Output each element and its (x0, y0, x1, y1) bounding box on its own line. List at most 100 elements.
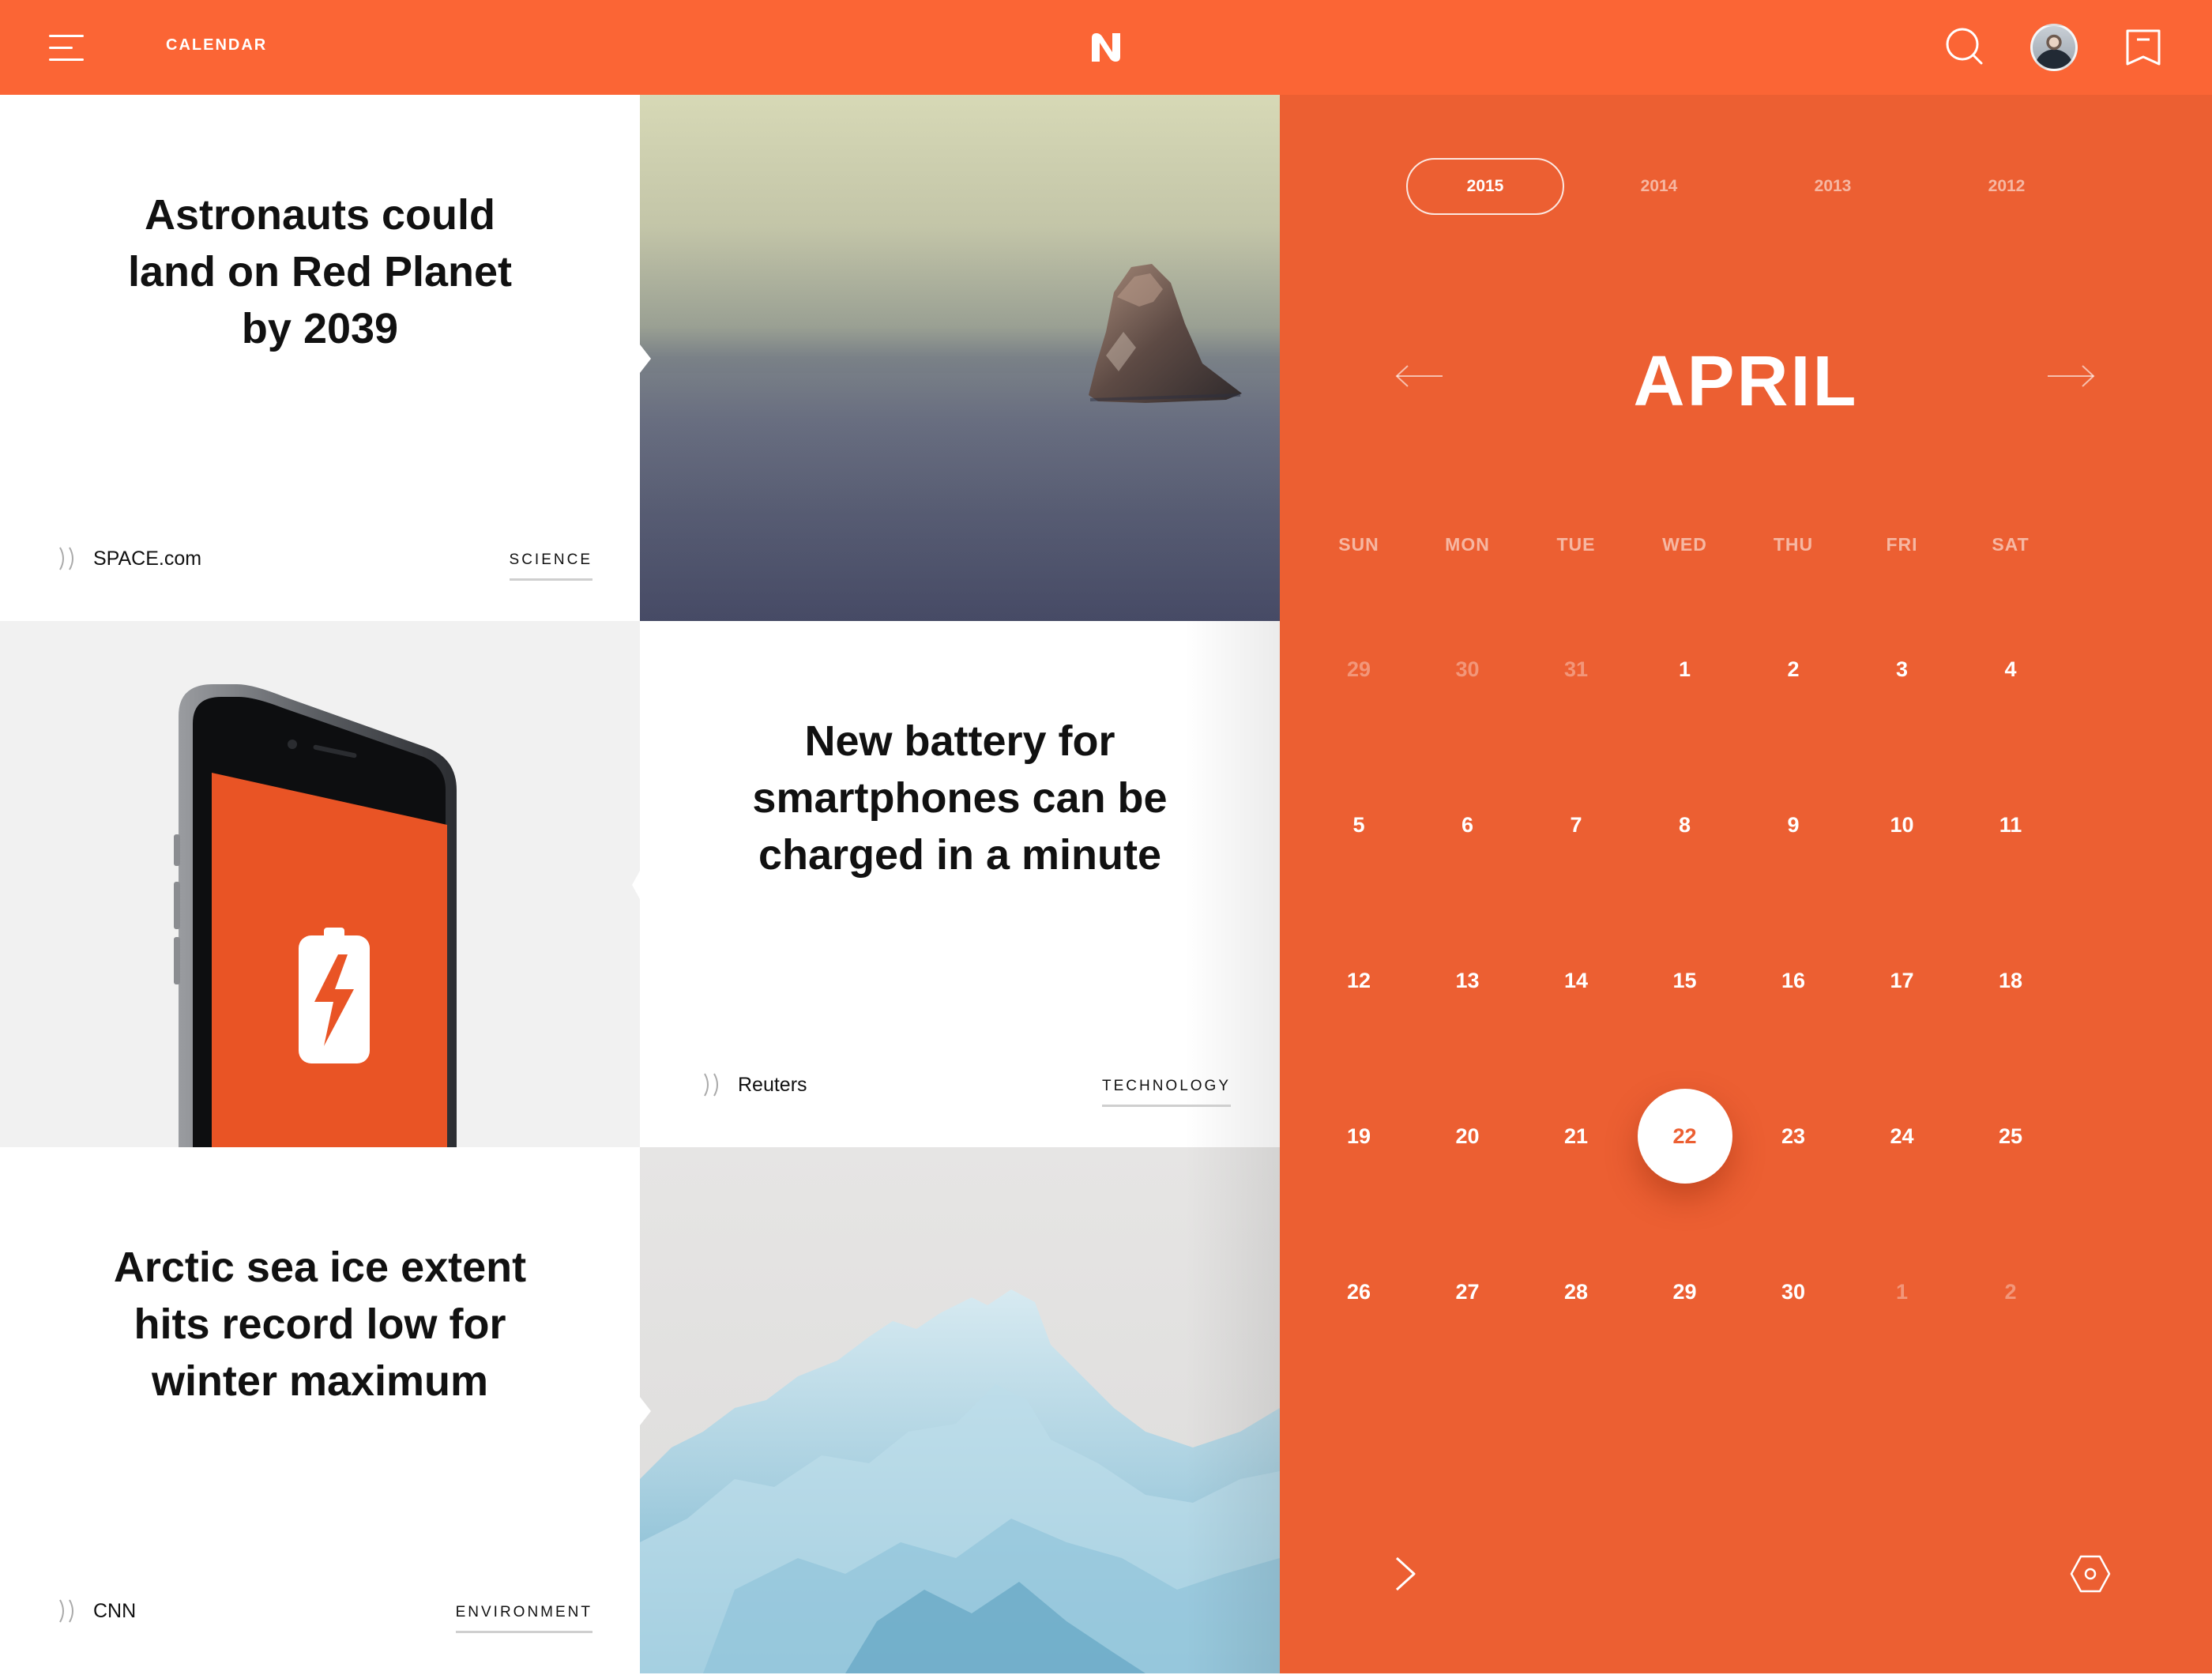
day-number: 21 (1563, 1124, 1589, 1148)
source-icon (59, 1599, 73, 1623)
arctic-ice-photo[interactable] (640, 1147, 1280, 1673)
user-avatar[interactable] (2030, 24, 2078, 71)
smartphone-battery-photo[interactable] (0, 621, 640, 1147)
chevron-right-icon[interactable] (1392, 1555, 1419, 1593)
day-cell[interactable]: 5 (1311, 777, 1406, 872)
day-cell[interactable]: 3 (1855, 622, 1950, 717)
day-cell[interactable]: 17 (1855, 933, 1950, 1028)
settings-hexagon-icon[interactable] (2070, 1553, 2111, 1594)
day-number: 19 (1346, 1124, 1371, 1148)
day-cell[interactable]: 14 (1529, 933, 1623, 1028)
article-headline[interactable]: New battery for smartphones can be charg… (727, 713, 1193, 883)
day-cell[interactable]: 15 (1638, 933, 1732, 1028)
day-cell[interactable]: 21 (1529, 1089, 1623, 1184)
logo-icon[interactable] (1089, 30, 1123, 65)
article-card-cnn[interactable]: Arctic sea ice extent hits record low fo… (0, 1147, 640, 1673)
article-source[interactable]: SPACE.com (55, 545, 201, 572)
day-number: 1 (1895, 1280, 1909, 1304)
menu-icon[interactable] (49, 35, 84, 62)
day-cell[interactable]: 18 (1963, 933, 2058, 1028)
day-number: 30 (1455, 657, 1480, 681)
article-source[interactable]: Reuters (700, 1071, 807, 1098)
day-number: 1 (1678, 657, 1691, 681)
tile-shadow (1185, 621, 1280, 1147)
article-card-reuters[interactable]: New battery for smartphones can be charg… (640, 621, 1280, 1147)
tile-shadow (1185, 1147, 1280, 1673)
day-number: 29 (1346, 657, 1371, 681)
top-bar: CALENDAR (0, 0, 2212, 95)
day-number: 22 (1672, 1124, 1697, 1148)
news-calendar-app: CALENDAR Astronauts could land on Red Pl… (0, 0, 2212, 1675)
day-cell[interactable]: 6 (1420, 777, 1515, 872)
sea-rock-photo[interactable] (640, 95, 1280, 621)
category-link[interactable]: TECHNOLOGY (1101, 1078, 1231, 1107)
day-number: 12 (1346, 969, 1371, 992)
search-icon[interactable] (1945, 27, 1984, 66)
day-cell[interactable]: 12 (1311, 933, 1406, 1028)
day-number: 4 (2004, 657, 2017, 681)
day-cell[interactable]: 24 (1855, 1089, 1950, 1184)
weekday-label: SUN (1338, 534, 1379, 555)
day-cell[interactable]: 30 (1420, 622, 1515, 717)
day-number: 8 (1678, 813, 1691, 837)
day-number: 24 (1890, 1124, 1914, 1148)
year-tab-2012[interactable]: 2012 (1928, 158, 2086, 215)
bookmark-icon[interactable] (2125, 28, 2161, 66)
day-number: 30 (1781, 1280, 1806, 1304)
day-cell[interactable]: 20 (1420, 1089, 1515, 1184)
article-headline[interactable]: Astronauts could land on Red Planet by 2… (111, 186, 529, 357)
day-cell[interactable]: 30 (1746, 1244, 1841, 1339)
day-cell[interactable]: 1 (1638, 622, 1732, 717)
article-headline[interactable]: Arctic sea ice extent hits record low fo… (87, 1239, 553, 1410)
day-cell[interactable]: 27 (1420, 1244, 1515, 1339)
day-cell[interactable]: 28 (1529, 1244, 1623, 1339)
day-number: 20 (1455, 1124, 1480, 1148)
day-cell[interactable]: 19 (1311, 1089, 1406, 1184)
day-cell[interactable]: 25 (1963, 1089, 2058, 1184)
category-link[interactable]: ENVIRONMENT (455, 1604, 592, 1633)
year-tab-2014[interactable]: 2014 (1580, 158, 1738, 215)
day-cell[interactable]: 23 (1746, 1089, 1841, 1184)
day-cell-selected[interactable]: 22 (1637, 1089, 1732, 1184)
day-cell[interactable]: 9 (1746, 777, 1841, 872)
day-number: 2 (1787, 657, 1800, 681)
article-card-space[interactable]: Astronauts could land on Red Planet by 2… (0, 95, 640, 621)
day-cell[interactable]: 10 (1855, 777, 1950, 872)
day-number: 27 (1455, 1280, 1480, 1304)
day-number: 18 (1998, 969, 2023, 992)
year-tab-2013[interactable]: 2013 (1754, 158, 1912, 215)
day-cell[interactable]: 29 (1638, 1244, 1732, 1339)
next-month-arrow-icon[interactable] (2046, 363, 2097, 389)
day-number: 16 (1781, 969, 1806, 992)
day-number: 17 (1890, 969, 1914, 992)
day-number: 23 (1781, 1124, 1806, 1148)
day-cell[interactable]: 11 (1963, 777, 2058, 872)
article-source[interactable]: CNN (55, 1598, 136, 1624)
day-cell[interactable]: 7 (1529, 777, 1623, 872)
category-link[interactable]: SCIENCE (509, 551, 592, 581)
day-cell[interactable]: 31 (1529, 622, 1623, 717)
day-number: 9 (1787, 813, 1800, 837)
day-cell[interactable]: 26 (1311, 1244, 1406, 1339)
day-cell[interactable]: 13 (1420, 933, 1515, 1028)
year-tab-2015[interactable]: 2015 (1406, 158, 1564, 215)
day-number: 2 (2004, 1280, 2017, 1304)
day-cell[interactable]: 2 (1746, 622, 1841, 717)
day-cell[interactable]: 16 (1746, 933, 1841, 1028)
day-cell[interactable]: 29 (1311, 622, 1406, 717)
day-number: 29 (1672, 1280, 1697, 1304)
day-cell[interactable]: 1 (1855, 1244, 1950, 1339)
day-cell[interactable]: 2 (1963, 1244, 2058, 1339)
weekday-label: FRI (1886, 534, 1918, 555)
day-number: 13 (1455, 969, 1480, 992)
day-number: 3 (1895, 657, 1909, 681)
day-number: 15 (1672, 969, 1697, 992)
day-number: 7 (1570, 813, 1582, 837)
day-number: 28 (1563, 1280, 1589, 1304)
rock-illustration (640, 264, 1280, 621)
day-cell[interactable]: 4 (1963, 622, 2058, 717)
source-name: Reuters (738, 1073, 807, 1096)
day-cell[interactable]: 8 (1638, 777, 1732, 872)
source-icon (704, 1073, 718, 1097)
day-number: 5 (1352, 813, 1365, 837)
